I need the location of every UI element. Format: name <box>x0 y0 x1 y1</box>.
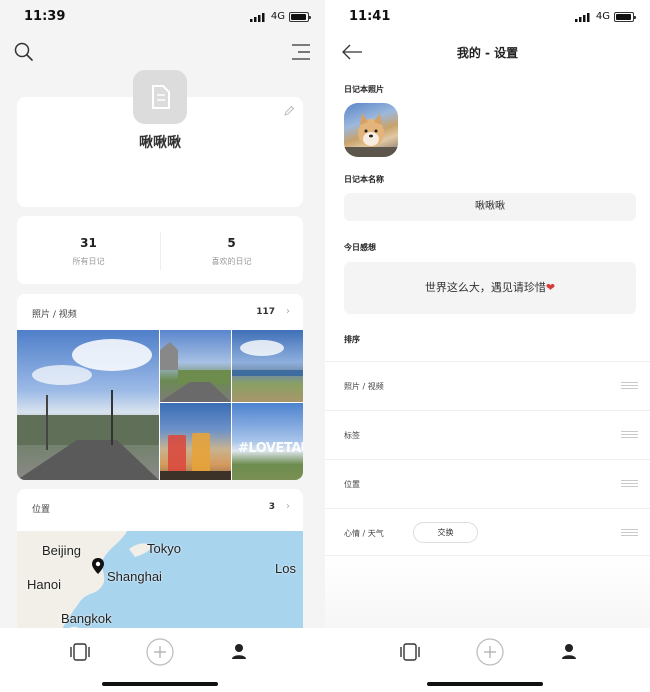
profile-icon <box>562 644 576 659</box>
page-title: 我的 - 设置 <box>456 46 519 60</box>
stat-value: 5 <box>227 236 236 250</box>
name-label: 日记本名称 <box>344 175 384 184</box>
left-screen: 11:39 4G 啾啾啾 31 所有日记 5 喜欢的日记 照片 / 视频 117… <box>0 0 325 692</box>
network-label: 4G <box>270 11 285 22</box>
swap-button[interactable]: 交换 <box>413 522 478 543</box>
chevron-right-icon: › <box>286 501 290 512</box>
tab-profile[interactable] <box>553 636 585 668</box>
home-indicator <box>102 682 218 686</box>
sort-row-label: 心情 / 天气 <box>344 529 384 538</box>
sort-row-tags[interactable]: 标签 <box>325 410 650 458</box>
tab-add[interactable] <box>144 636 176 668</box>
signal-icon <box>250 13 265 22</box>
drag-handle-icon[interactable] <box>621 382 638 390</box>
coast-image <box>232 340 303 376</box>
photo-thumbnail[interactable] <box>160 403 231 480</box>
location-title: 位置 <box>32 505 51 515</box>
stat-all-diaries[interactable]: 31 所有日记 <box>17 216 160 284</box>
tab-diaries[interactable] <box>64 636 96 668</box>
status-bar: 11:39 4G <box>0 0 325 34</box>
status-time: 11:39 <box>24 9 66 24</box>
diary-name-field[interactable]: 啾啾啾 <box>344 193 636 221</box>
stat-label: 喜欢的日记 <box>211 257 252 266</box>
diary-cards-icon <box>70 643 90 661</box>
dog-photo-image <box>344 113 398 157</box>
battery-icon <box>289 12 311 22</box>
sort-row-location[interactable]: 位置 <box>325 459 650 507</box>
stat-label: 所有日记 <box>72 257 105 266</box>
tab-add[interactable] <box>474 636 506 668</box>
network-label: 4G <box>595 11 610 22</box>
map-label: Shanghai <box>107 569 162 584</box>
feeling-label: 今日感想 <box>344 243 376 252</box>
location-header[interactable]: 位置 3 › <box>17 489 303 525</box>
street-scene-image <box>17 339 159 480</box>
signal-icon <box>575 13 590 22</box>
feeling-field[interactable]: 世界这么大，遇见请珍惜❤ <box>344 262 636 314</box>
stat-liked-diaries[interactable]: 5 喜欢的日记 <box>160 216 303 284</box>
add-icon <box>476 638 504 666</box>
cover-photo[interactable] <box>344 103 398 157</box>
map-view[interactable]: Beijing Tokyo Shanghai Hanoi Los Bangkok <box>17 531 303 639</box>
right-screen: 11:41 4G 我的 - 设置 日记本照片 日记本名称 啾啾啾 今日感想 世界… <box>325 0 650 692</box>
bottom-fade <box>325 556 650 628</box>
menu-icon[interactable] <box>289 42 311 62</box>
road-sign-image <box>160 342 231 402</box>
location-card: 位置 3 › Beijing Tokyo Shanghai Hanoi Los … <box>17 489 303 639</box>
diary-name: 啾啾啾 <box>139 135 181 151</box>
chevron-right-icon: › <box>286 306 290 317</box>
photo-sign-text: #LOVETAUPO <box>238 441 303 456</box>
tab-bar <box>325 628 650 692</box>
stats-card: 31 所有日记 5 喜欢的日记 <box>17 216 303 284</box>
battery-icon <box>614 12 636 22</box>
drinks-image <box>160 433 231 480</box>
tab-profile[interactable] <box>223 636 255 668</box>
diary-avatar[interactable] <box>133 70 187 124</box>
sort-row-label: 照片 / 视频 <box>344 382 384 391</box>
photo-thumbnail[interactable] <box>232 330 303 402</box>
photo-thumbnail[interactable] <box>160 330 231 402</box>
sort-row-photos[interactable]: 照片 / 视频 <box>325 361 650 409</box>
pencil-icon[interactable] <box>283 105 295 117</box>
stat-value: 31 <box>80 236 97 250</box>
sort-row-mood-weather[interactable]: 心情 / 天气 交换 <box>325 508 650 556</box>
cover-label: 日记本照片 <box>344 85 384 94</box>
add-icon <box>146 638 174 666</box>
photos-header[interactable]: 照片 / 视频 117 › <box>17 294 303 330</box>
home-indicator <box>427 682 543 686</box>
map-label: Tokyo <box>147 541 181 556</box>
drag-handle-icon[interactable] <box>621 431 638 439</box>
sort-row-label: 标签 <box>344 431 360 440</box>
diary-cards-icon <box>400 643 420 661</box>
sort-row-label: 位置 <box>344 480 360 489</box>
photo-thumbnail[interactable]: #LOVETAUPO <box>232 403 303 480</box>
document-icon <box>152 85 170 109</box>
tab-bar <box>0 628 325 692</box>
photos-title: 照片 / 视频 <box>32 310 77 320</box>
search-icon[interactable] <box>14 42 34 62</box>
feeling-text: 世界这么大，遇见请珍惜 <box>424 281 546 294</box>
heart-icon: ❤ <box>545 281 556 294</box>
status-time: 11:41 <box>349 9 391 24</box>
tab-diaries[interactable] <box>394 636 426 668</box>
map-label: Los <box>275 561 296 576</box>
photo-thumbnail[interactable] <box>17 330 159 480</box>
photos-card: 照片 / 视频 117 › #LOVETA <box>17 294 303 480</box>
sort-label: 排序 <box>344 335 360 344</box>
drag-handle-icon[interactable] <box>621 529 638 537</box>
location-count: 3 <box>268 502 275 512</box>
map-label: Bangkok <box>61 611 112 626</box>
location-pin-icon[interactable] <box>91 557 105 575</box>
photos-count: 117 <box>256 307 275 317</box>
profile-icon <box>232 644 246 659</box>
drag-handle-icon[interactable] <box>621 480 638 488</box>
map-label: Hanoi <box>27 577 61 592</box>
map-label: Beijing <box>42 543 82 558</box>
status-bar: 11:41 4G <box>325 0 650 34</box>
